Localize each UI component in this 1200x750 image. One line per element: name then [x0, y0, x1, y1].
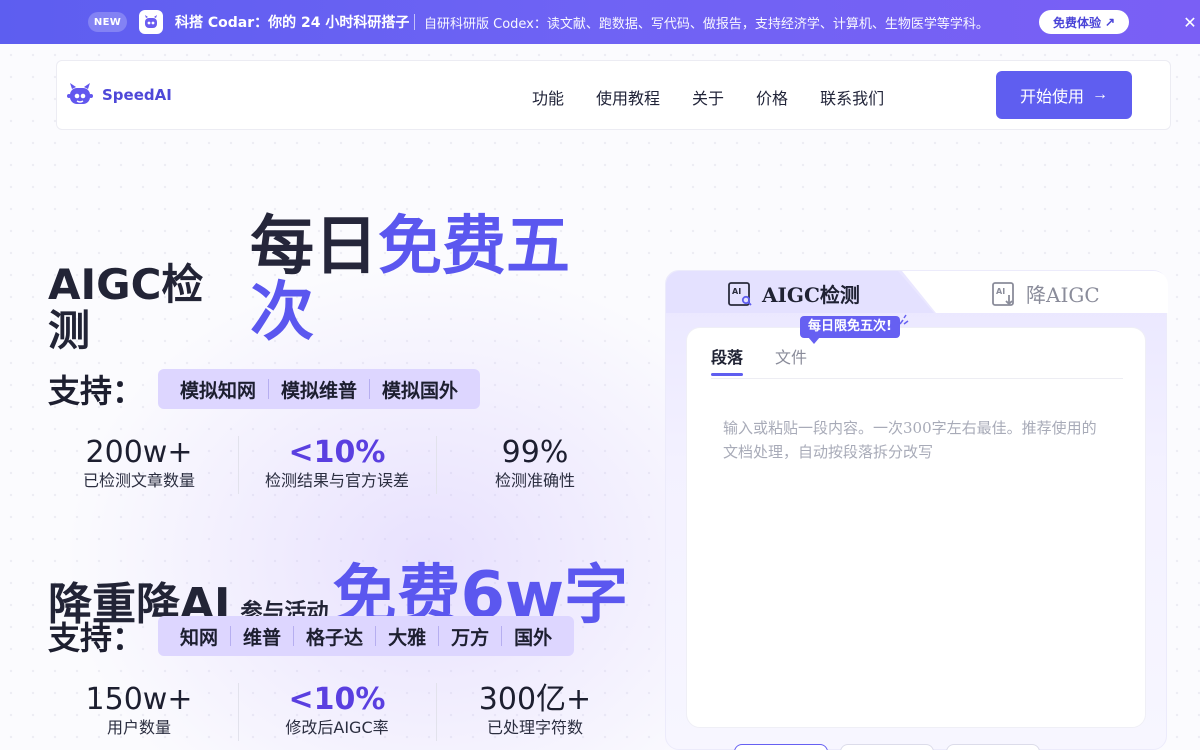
stat-value: 200w+: [85, 435, 193, 470]
chip-gezida: 格子达: [306, 626, 364, 649]
stat-label: 修改后AIGC率: [285, 718, 389, 737]
free-trial-label: 免费体验: [1052, 15, 1101, 30]
svg-text:AI: AI: [732, 287, 741, 296]
reduce-support-row: 支持： 知网 维普 格子达 大雅 万方 国外: [48, 613, 575, 659]
chip-wanfang: 万方: [451, 626, 490, 649]
stat-value: <10%: [288, 682, 386, 717]
stat-error-rate: <10% 检测结果与官方误差: [238, 436, 436, 494]
nav-link-contact[interactable]: 联系我们: [820, 85, 884, 109]
ai-reduce-icon: AI: [992, 281, 1014, 306]
free-trial-button[interactable]: 免费体验 ↗: [1039, 10, 1129, 34]
tabs-divider: [711, 378, 1123, 379]
daily-free-headline: 每日免费五次: [250, 214, 610, 346]
nav-link-tutorial[interactable]: 使用教程: [596, 85, 660, 109]
tab-reduce-label: 降AIGC: [1026, 283, 1100, 307]
aigc-stats: 200w+ 已检测文章数量 <10% 检测结果与官方误差 99% 检测准确性: [40, 436, 635, 494]
stat-checked-articles: 200w+ 已检测文章数量: [40, 436, 238, 494]
chip-vip: 维普: [243, 626, 282, 649]
chip-cnki: 知网: [180, 626, 219, 649]
stat-characters: 300亿+ 已处理字符数: [436, 683, 634, 741]
action-pill[interactable]: [734, 744, 828, 750]
close-icon[interactable]: ✕: [1180, 12, 1200, 32]
codar-logo-icon: [139, 10, 163, 34]
svg-text:AI: AI: [996, 287, 1005, 296]
input-card: 段落 文件: [686, 327, 1146, 728]
announcement-divider: [414, 14, 415, 30]
arrow-up-right-icon: ↗: [1104, 15, 1116, 29]
start-button-label: 开始使用: [1019, 89, 1084, 106]
announcement-title: 科搭 Codar：你的 24 小时科研搭子: [175, 15, 410, 31]
nav-link-features[interactable]: 功能: [532, 85, 564, 109]
stat-label: 检测结果与官方误差: [264, 471, 409, 490]
stat-value: 300亿+: [478, 682, 592, 717]
brand-name: SpeedAI: [102, 86, 172, 104]
nav-link-about[interactable]: 关于: [692, 85, 724, 109]
aigc-title: AIGC检测: [48, 260, 204, 355]
brand[interactable]: SpeedAI: [66, 81, 172, 109]
support-label: 支持：: [48, 619, 145, 657]
tab-aigc-label: AIGC检测: [762, 283, 860, 307]
reduce-stats: 150w+ 用户数量 <10% 修改后AIGC率 300亿+ 已处理字符数: [40, 683, 635, 741]
stat-label: 已处理字符数: [486, 718, 583, 737]
text-input[interactable]: [723, 416, 1103, 706]
stat-value: 99%: [501, 435, 569, 470]
tab-file[interactable]: 文件: [775, 344, 807, 376]
aigc-support-row: 支持： 模拟知网 模拟维普 模拟国外: [48, 366, 481, 412]
sparkle-icon: [899, 314, 909, 325]
ai-detect-icon: AI: [728, 281, 752, 306]
bottom-action-pills: [734, 744, 1040, 750]
stat-aigc-rate: <10% 修改后AIGC率: [238, 683, 436, 741]
chip-cnki-sim: 模拟知网: [180, 379, 257, 402]
aigc-platform-chips: 模拟知网 模拟维普 模拟国外: [158, 369, 481, 409]
tab-reduce-aigc[interactable]: AI 降AIGC: [990, 279, 1100, 308]
daily-prefix: 每日: [250, 210, 378, 284]
tab-paragraph[interactable]: 段落: [711, 344, 744, 376]
support-label: 支持：: [48, 372, 145, 410]
stat-label: 用户数量: [106, 718, 171, 737]
reduce-platform-chips: 知网 维普 格子达 大雅 万方 国外: [158, 616, 575, 656]
nav-links: 功能 使用教程 关于 价格 联系我们: [532, 85, 884, 109]
input-mode-tabs: 段落 文件: [711, 344, 807, 376]
tab-aigc-detect[interactable]: AI AIGC检测: [726, 279, 860, 308]
stat-value: 150w+: [85, 682, 193, 717]
new-badge: NEW: [88, 12, 127, 32]
chip-foreign: 国外: [514, 626, 553, 649]
announcement-bar: NEW 科搭 Codar：你的 24 小时科研搭子 自研科研版 Codex：读文…: [0, 0, 1200, 44]
nav-link-pricing[interactable]: 价格: [756, 85, 788, 109]
action-pill[interactable]: [946, 744, 1040, 750]
stat-users: 150w+ 用户数量: [40, 683, 238, 741]
stat-label: 检测准确性: [494, 471, 575, 490]
chip-vip-sim: 模拟维普: [281, 379, 358, 402]
promo-badge: 每日限免五次!: [800, 316, 900, 344]
announcement-description: 自研科研版 Codex：读文献、跑数据、写代码、做报告，支持经济学、计算机、生物…: [424, 17, 989, 32]
speedai-logo-icon: [67, 83, 93, 104]
start-button[interactable]: 开始使用 →: [996, 71, 1132, 119]
chip-daya: 大雅: [388, 626, 427, 649]
top-nav: SpeedAI 功能 使用教程 关于 价格 联系我们 开始使用 →: [56, 60, 1171, 130]
stat-accuracy: 99% 检测准确性: [436, 436, 634, 494]
arrow-right-icon: →: [1092, 86, 1108, 103]
stat-label: 已检测文章数量: [82, 471, 195, 490]
chip-foreign-sim: 模拟国外: [382, 379, 459, 402]
action-pill[interactable]: [840, 744, 934, 750]
stat-value: <10%: [288, 435, 386, 470]
